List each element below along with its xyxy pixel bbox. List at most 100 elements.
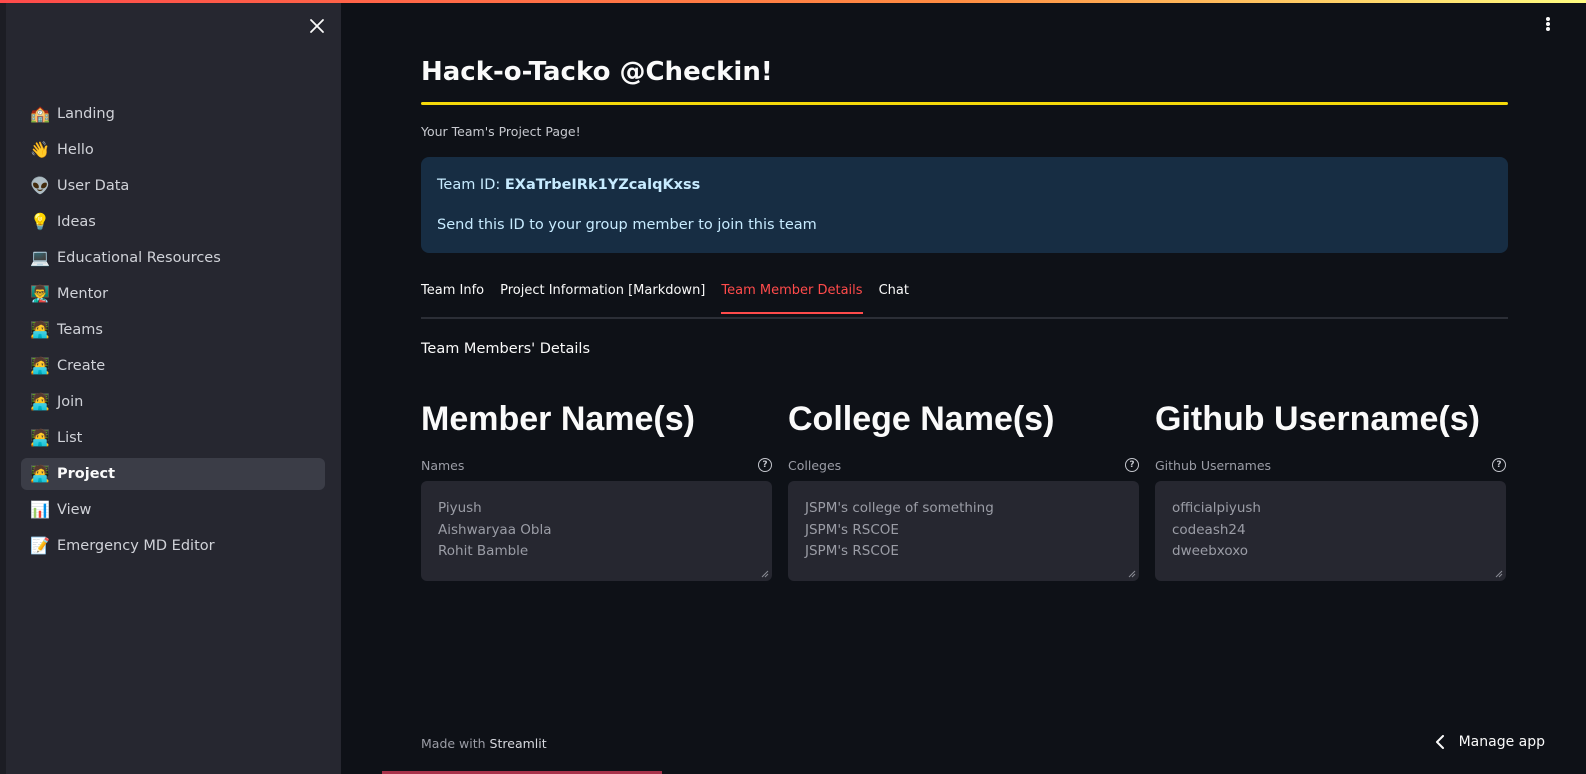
footer: Made with Streamlit (421, 736, 547, 751)
section-heading: Team Members' Details (421, 341, 590, 357)
technologist-icon: 🧑‍💻 (30, 392, 50, 411)
sidebar-item-label: Landing (57, 106, 115, 122)
tab-team-info[interactable]: Team Info (421, 279, 484, 312)
page-title: Hack-o-Tacko @Checkin! (421, 57, 773, 87)
textarea-line: codeash24 (1172, 521, 1246, 538)
field-label: Github Usernames (1155, 457, 1272, 473)
bar-chart-icon: 📊 (30, 500, 50, 519)
sidebar-edge (0, 0, 6, 774)
kebab-dot (1546, 27, 1550, 31)
sidebar-item-mentor[interactable]: 👨‍🏫 Mentor (21, 278, 325, 310)
waving-hand-icon: 👋 (30, 140, 50, 159)
footer-made-with: Made with (421, 736, 490, 751)
lightbulb-icon: 💡 (30, 212, 50, 231)
sidebar-item-list[interactable]: 🧑‍💻 List (21, 422, 325, 454)
sidebar-item-user-data[interactable]: 👽 User Data (21, 170, 325, 202)
sidebar-item-project[interactable]: 🧑‍💻 Project (21, 458, 325, 490)
sidebar-item-label: Project (57, 466, 116, 482)
help-icon[interactable]: ? (758, 458, 772, 472)
sidebar-item-label: Emergency MD Editor (57, 538, 215, 554)
technologist-icon: 🧑‍💻 (30, 428, 50, 447)
tab-chat[interactable]: Chat (879, 279, 909, 312)
title-divider (421, 102, 1508, 105)
technologist-icon: 🧑‍💻 (30, 356, 50, 375)
textarea-line: JSPM's RSCOE (805, 521, 899, 538)
sidebar-item-label: Hello (57, 142, 94, 158)
streamlit-app: 🏫 Landing 👋 Hello 👽 User Data 💡 Ideas 💻 … (0, 0, 1586, 774)
page-subtitle: Your Team's Project Page! (421, 124, 581, 139)
sidebar-item-join[interactable]: 🧑‍💻 Join (21, 386, 325, 418)
sidebar-nav: 🏫 Landing 👋 Hello 👽 User Data 💡 Ideas 💻 … (21, 98, 325, 566)
field-label: Colleges (788, 457, 842, 473)
column-college-names: College Name(s) Colleges ? JSPM's colleg… (788, 399, 1139, 581)
resize-grip-icon[interactable] (1495, 570, 1503, 578)
column-github-usernames: Github Username(s) Github Usernames ? of… (1155, 399, 1506, 581)
textarea-line: dweebxoxo (1172, 543, 1249, 559)
close-icon (310, 19, 324, 33)
manage-app-button[interactable]: Manage app (1435, 731, 1545, 753)
colleges-textarea[interactable]: JSPM's college of something JSPM's RSCOE… (788, 481, 1139, 581)
technologist-icon: 🧑‍💻 (30, 464, 50, 483)
resize-grip-icon[interactable] (1128, 570, 1136, 578)
team-id-message: Send this ID to your group member to joi… (437, 217, 817, 233)
memo-icon: 📝 (30, 536, 50, 555)
help-icon[interactable]: ? (1492, 458, 1506, 472)
sidebar-item-label: User Data (57, 178, 130, 194)
textarea-line: JSPM's RSCOE (805, 543, 899, 559)
textarea-line: Aishwaryaa Obla (438, 521, 552, 538)
sidebar-item-label: Mentor (57, 286, 109, 302)
sidebar-item-create[interactable]: 🧑‍💻 Create (21, 350, 325, 382)
field-label-row: Github Usernames ? (1155, 457, 1506, 473)
github-usernames-textarea[interactable]: officialpiyush codeash24 dweebxoxo (1155, 481, 1506, 581)
sidebar-item-label: List (57, 430, 83, 446)
alien-icon: 👽 (30, 176, 50, 195)
content-block: Hack-o-Tacko @Checkin! Your Team's Proje… (421, 56, 1508, 581)
sidebar-item-label: View (57, 502, 92, 518)
kebab-dot (1546, 17, 1550, 21)
tab-team-member-details[interactable]: Team Member Details (721, 279, 863, 314)
sidebar-item-hello[interactable]: 👋 Hello (21, 134, 325, 166)
sidebar-item-ideas[interactable]: 💡 Ideas (21, 206, 325, 238)
sidebar-item-teams[interactable]: 🧑‍💻 Teams (21, 314, 325, 346)
textarea-line: Piyush (438, 500, 482, 516)
names-textarea[interactable]: Piyush Aishwaryaa Obla Rohit Bamble (421, 481, 772, 581)
field-label-row: Colleges ? (788, 457, 1139, 473)
column-member-names: Member Name(s) Names ? Piyush Aishwaryaa… (421, 399, 772, 581)
help-icon[interactable]: ? (1125, 458, 1139, 472)
technologist-icon: 🧑‍💻 (30, 320, 50, 339)
school-icon: 🏫 (30, 104, 50, 123)
column-title: College Name(s) (788, 400, 1055, 438)
sidebar-item-landing[interactable]: 🏫 Landing (21, 98, 325, 130)
textarea-line: JSPM's college of something (805, 500, 994, 516)
sidebar-item-label: Ideas (57, 214, 96, 230)
close-sidebar-button[interactable] (305, 14, 329, 38)
main-content: Hack-o-Tacko @Checkin! Your Team's Proje… (341, 0, 1586, 774)
field-label: Names (421, 457, 465, 473)
member-columns: Member Name(s) Names ? Piyush Aishwaryaa… (421, 399, 1508, 581)
main-menu-button[interactable] (1540, 14, 1556, 34)
top-decoration-bar (0, 0, 1586, 3)
textarea-line: Rohit Bamble (438, 543, 529, 559)
team-id-label: Team ID: (437, 177, 505, 193)
teacher-icon: 👨‍🏫 (30, 284, 50, 303)
streamlit-link[interactable]: Streamlit (490, 736, 547, 751)
column-title: Member Name(s) (421, 400, 695, 438)
tab-bar: Team Info Project Information [Markdown]… (421, 279, 1508, 319)
sidebar-item-label: Teams (57, 322, 103, 338)
tab-project-information[interactable]: Project Information [Markdown] (500, 279, 705, 312)
sidebar-item-view[interactable]: 📊 View (21, 494, 325, 526)
team-id-info-box: Team ID: EXaTrbeIRk1YZcalqKxss Send this… (421, 157, 1508, 253)
team-id-value: EXaTrbeIRk1YZcalqKxss (504, 177, 701, 193)
kebab-dot (1546, 22, 1550, 26)
sidebar-item-label: Educational Resources (57, 250, 221, 266)
sidebar-item-educational-resources[interactable]: 💻 Educational Resources (21, 242, 325, 274)
textarea-line: officialpiyush (1172, 500, 1261, 516)
sidebar-item-label: Join (57, 394, 84, 410)
column-title: Github Username(s) (1155, 400, 1480, 438)
manage-app-label: Manage app (1458, 734, 1545, 750)
chevron-left-icon (1435, 735, 1444, 749)
sidebar: 🏫 Landing 👋 Hello 👽 User Data 💡 Ideas 💻 … (0, 0, 341, 774)
sidebar-item-label: Create (57, 358, 106, 374)
sidebar-item-emergency-md-editor[interactable]: 📝 Emergency MD Editor (21, 530, 325, 562)
resize-grip-icon[interactable] (761, 570, 769, 578)
